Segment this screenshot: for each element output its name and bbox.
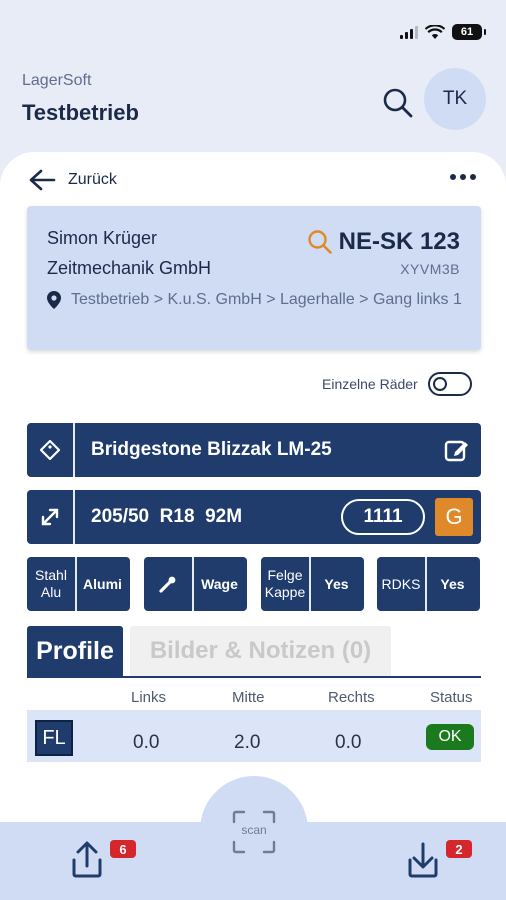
license-plate[interactable]: NE-SK 123 [307, 228, 460, 256]
tread-left-value: 0.0 [133, 732, 160, 753]
rim-material-value: Alumi [83, 575, 122, 592]
tag-icon [27, 423, 75, 477]
tire-model-bar[interactable]: Bridgestone Blizzak LM-25 [27, 423, 481, 477]
upload-icon [72, 841, 102, 878]
expand-icon [27, 490, 75, 544]
search-icon [307, 230, 332, 254]
toggle-label: Einzelne Räder [322, 376, 418, 392]
tire-model: Bridgestone Blizzak LM-25 [91, 439, 332, 460]
rim-cap-value: Yes [324, 575, 349, 592]
column-header-left: Links [131, 689, 167, 706]
balance-value: Wage [201, 575, 238, 592]
rim-material-label: Stahl Alu [27, 557, 77, 611]
upload-button[interactable]: 6 [68, 840, 136, 885]
status-bar: 61 [0, 0, 506, 56]
tab-profile[interactable]: Profile [27, 626, 123, 676]
tab-underline [27, 676, 481, 678]
storage-location: Testbetrieb > K.u.S. GmbH > Lagerhalle >… [47, 289, 467, 311]
rim-cap-option[interactable]: Felge Kappe Yes [261, 557, 364, 611]
download-count-badge: 2 [446, 840, 472, 858]
status-badge: OK [426, 724, 474, 750]
scan-button[interactable]: scan [232, 810, 276, 854]
signal-icon [400, 25, 418, 39]
back-label: Zurück [68, 171, 117, 188]
tread-right-value: 0.0 [335, 732, 362, 753]
tire-size: 205/50 R18 92M [91, 506, 243, 527]
location-pin-icon [47, 291, 61, 309]
plate-number: NE-SK 123 [338, 228, 460, 255]
single-wheels-toggle[interactable] [427, 372, 472, 396]
column-header-right: Rechts [328, 689, 375, 706]
more-options-icon[interactable] [450, 174, 476, 180]
tire-size-bar[interactable]: 205/50 R18 92M 1111 G [27, 490, 481, 544]
tpms-option[interactable]: RDKS Yes [377, 557, 480, 611]
tread-middle-value: 2.0 [234, 732, 261, 753]
arrow-left-icon [29, 169, 56, 191]
wheel-position-badge: FL [35, 720, 73, 756]
tab-images-notes[interactable]: Bilder & Notizen (0) [130, 626, 391, 676]
table-row[interactable]: FL 0.0 2.0 0.0 OK [27, 710, 481, 762]
location-path: Testbetrieb > K.u.S. GmbH > Lagerhalle >… [71, 291, 462, 308]
vehicle-code: XYVM3B [400, 261, 460, 277]
wrench-icon [144, 557, 194, 611]
app-brand: LagerSoft [22, 72, 92, 89]
customer-name: Simon Krüger [47, 228, 158, 248]
rim-cap-label: Felge Kappe [261, 557, 311, 611]
column-header-status: Status [430, 689, 473, 706]
back-button[interactable]: Zurück [28, 168, 117, 192]
avatar[interactable]: TK [424, 68, 486, 130]
search-icon[interactable] [381, 86, 415, 120]
tpms-value: Yes [440, 575, 465, 592]
tire-count-pill[interactable]: 1111 [341, 499, 425, 535]
battery-icon: 61 [452, 24, 486, 40]
scan-label: scan [241, 823, 267, 837]
page-title: Testbetrieb [22, 100, 139, 125]
upload-count-badge: 6 [110, 840, 136, 858]
edit-icon[interactable] [443, 436, 471, 464]
column-header-middle: Mitte [232, 689, 265, 706]
single-wheels-toggle-row: Einzelne Räder [322, 372, 472, 396]
download-button[interactable]: 2 [404, 840, 472, 885]
wifi-icon [425, 24, 445, 39]
download-icon [408, 842, 438, 878]
balance-option[interactable]: Wage [144, 557, 247, 611]
rim-material-option[interactable]: Stahl Alu Alumi [27, 557, 130, 611]
tpms-label: RDKS [377, 557, 427, 611]
grade-badge: G [435, 498, 473, 536]
customer-card: Simon Krüger Zeitmechanik GmbH NE-SK 123… [27, 206, 481, 350]
customer-company: Zeitmechanik GmbH [47, 258, 212, 278]
